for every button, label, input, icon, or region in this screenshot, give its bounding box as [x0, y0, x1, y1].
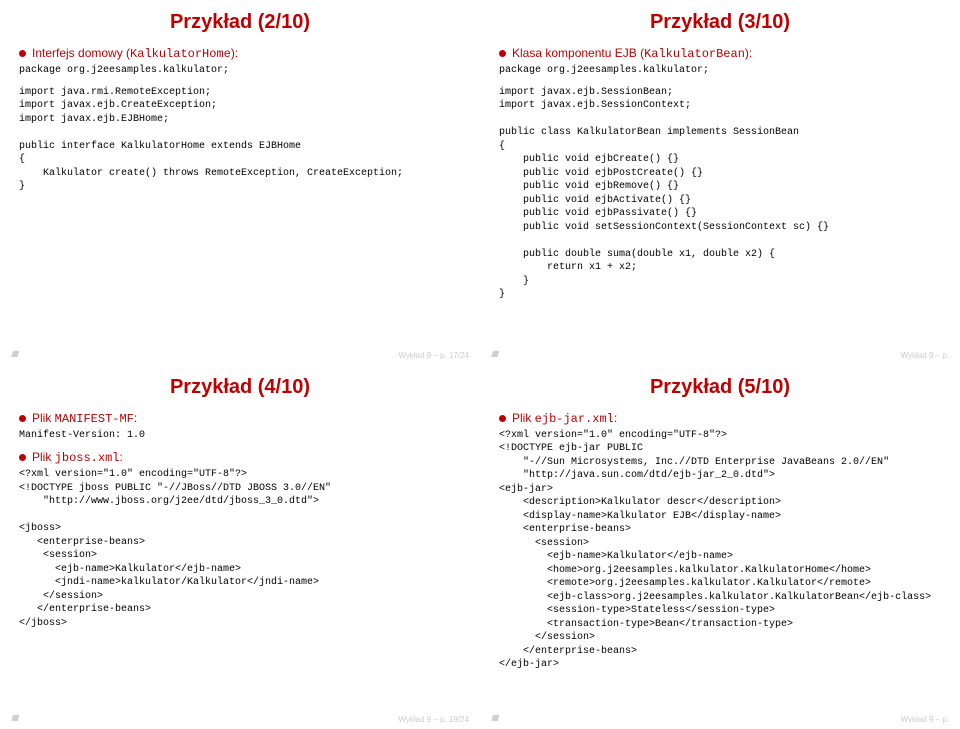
logo-icon: ▦ [491, 349, 499, 358]
code-block: package org.j2eesamples.kalkulator; [19, 64, 461, 78]
bullet-icon [499, 415, 506, 422]
bullet-icon [499, 50, 506, 57]
bullet: Klasa komponentu EJB (KalkulatorBean): [499, 46, 941, 61]
logo-icon: ▦ [11, 349, 19, 358]
slide-title: Przykład (2/10) [19, 11, 461, 34]
bullet-text: Klasa komponentu EJB ( [512, 46, 644, 60]
bullet-mono: MANIFEST-MF [55, 412, 134, 426]
slide-3: Przykład (4/10) Plik MANIFEST-MF: Manife… [0, 365, 480, 729]
logo-icon: ▦ [11, 713, 19, 722]
bullet-tail: ): [745, 46, 752, 60]
code-block: <?xml version="1.0" encoding="UTF-8"?> <… [19, 468, 461, 630]
bullet-mono: jboss.xml [55, 451, 120, 465]
slide-title: Przykład (3/10) [499, 11, 941, 34]
page-footer: Wykład 9 – p. [901, 715, 949, 724]
slide-title: Przykład (5/10) [499, 376, 941, 399]
slide-1: Przykład (2/10) Interfejs domowy (Kalkul… [0, 0, 480, 365]
bullet: Interfejs domowy (KalkulatorHome): [19, 46, 461, 61]
bullet-icon [19, 50, 26, 57]
bullet: Plik MANIFEST-MF: [19, 411, 461, 426]
bullet: Plik ejb-jar.xml: [499, 411, 941, 426]
bullet-mono: ejb-jar.xml [535, 412, 614, 426]
bullet-icon [19, 454, 26, 461]
code-block: package org.j2eesamples.kalkulator; [499, 64, 941, 78]
slide-title: Przykład (4/10) [19, 376, 461, 399]
page-footer: Wykład 9 – p. [901, 351, 949, 360]
bullet-text: Plik [32, 450, 55, 464]
logo-icon: ▦ [491, 713, 499, 722]
bullet-tail: : [119, 450, 122, 464]
bullet-tail: : [614, 411, 617, 425]
bullet-text: Plik [512, 411, 535, 425]
slide-4: Przykład (5/10) Plik ejb-jar.xml: <?xml … [480, 365, 960, 729]
code-block: import java.rmi.RemoteException; import … [19, 86, 461, 194]
bullet-text: Plik [32, 411, 55, 425]
bullet: Plik jboss.xml: [19, 450, 461, 465]
page-footer: Wykład 9 – p. 17/24 [398, 351, 469, 360]
code-block: Manifest-Version: 1.0 [19, 429, 461, 443]
bullet-mono: KalkulatorBean [644, 47, 745, 61]
slide-2: Przykład (3/10) Klasa komponentu EJB (Ka… [480, 0, 960, 365]
bullet-icon [19, 415, 26, 422]
code-block: <?xml version="1.0" encoding="UTF-8"?> <… [499, 429, 941, 672]
bullet-text: Interfejs domowy ( [32, 46, 130, 60]
bullet-tail: : [134, 411, 137, 425]
bullet-tail: ): [231, 46, 238, 60]
bullet-mono: KalkulatorHome [130, 47, 231, 61]
slide-grid: Przykład (2/10) Interfejs domowy (Kalkul… [0, 0, 960, 729]
code-block: import javax.ejb.SessionBean; import jav… [499, 86, 941, 302]
page-footer: Wykład 9 – p. 19/24 [398, 715, 469, 724]
